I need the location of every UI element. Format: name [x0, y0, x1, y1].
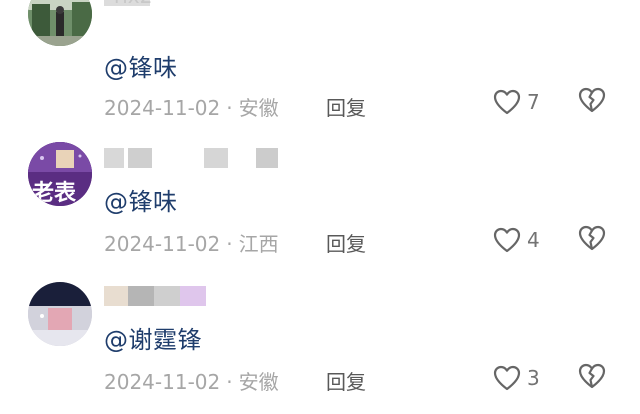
like-button[interactable]: 4 — [493, 225, 553, 255]
comment-location: 安徽 — [238, 370, 279, 394]
broken-heart-icon — [578, 363, 606, 389]
like-button[interactable]: 3 — [493, 363, 553, 393]
comment-item: @谢霆锋 2024-11-02 · 安徽 回复 3 — [0, 276, 640, 414]
comment-text[interactable]: @谢霆锋 — [104, 320, 202, 355]
comment-date: 2024-11-02 — [104, 96, 221, 120]
comment-location: 江西 — [238, 232, 279, 256]
avatar-text: 老表 — [32, 181, 77, 206]
meta-separator: · — [226, 232, 233, 256]
meta-separator: · — [226, 96, 233, 120]
avatar[interactable] — [28, 0, 92, 46]
reply-button[interactable]: 回复 — [326, 228, 366, 257]
broken-heart-icon — [578, 225, 606, 251]
dislike-button[interactable] — [578, 87, 608, 117]
avatar[interactable]: 老表 — [28, 142, 92, 206]
username-partial: rix2 — [114, 0, 152, 8]
comment-meta: 2024-11-02 · 江西 — [104, 228, 279, 257]
avatar-image — [28, 282, 92, 346]
comment-item: rix2 @锋味 2024-11-02·安徽 回复 7 — [0, 0, 640, 121]
comment-meta: 2024-11-02 · 安徽 — [104, 92, 279, 121]
comment-location: 安徽 — [238, 96, 279, 120]
broken-heart-icon — [578, 87, 606, 113]
heart-outline-icon — [493, 89, 521, 115]
dislike-button[interactable] — [578, 363, 608, 393]
reply-button[interactable]: 回复 — [326, 92, 366, 121]
comment-item: 老表 @锋味 2024-11-02 · 江西 回复 4 — [0, 138, 640, 276]
comment-date: 2024-11-02 — [104, 232, 221, 256]
dislike-button[interactable] — [578, 225, 608, 255]
avatar-photo — [28, 0, 92, 46]
reply-button[interactable]: 回复 — [326, 366, 366, 395]
like-count: 7 — [527, 90, 540, 114]
comment-text[interactable]: @锋味 — [104, 48, 178, 83]
avatar[interactable] — [28, 282, 92, 346]
like-count: 3 — [527, 366, 540, 390]
like-button[interactable]: 7 — [493, 87, 553, 117]
like-count: 4 — [527, 228, 540, 252]
comment-date: 2024-11-02 — [104, 370, 221, 394]
comment-text[interactable]: @锋味 — [104, 182, 178, 217]
comment-meta: 2024-11-02 · 安徽 — [104, 366, 279, 395]
meta-separator: · — [226, 370, 233, 394]
heart-outline-icon — [493, 365, 521, 391]
heart-outline-icon — [493, 227, 521, 253]
